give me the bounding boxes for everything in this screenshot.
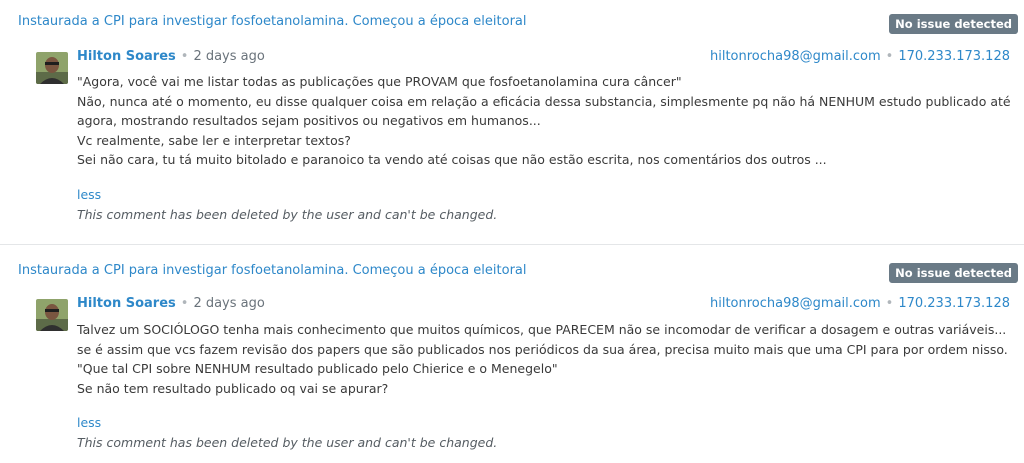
comment-meta: Hilton Soares • 2 days ago <box>77 49 265 64</box>
comment-body: Talvez um SOCIÓLOGO tenha mais conhecime… <box>77 320 1012 398</box>
comment-paragraph: Não, nunca até o momento, eu disse qualq… <box>77 93 1011 129</box>
comment-card: Instaurada a CPI para investigar fosfoet… <box>0 245 1024 463</box>
separator-dot: • <box>180 296 189 311</box>
timestamp: 2 days ago <box>193 296 265 311</box>
less-link[interactable]: less <box>77 415 101 430</box>
avatar[interactable] <box>36 299 68 331</box>
comment-body: "Agora, você vai me listar todas as publ… <box>77 72 1012 170</box>
thread-title-link[interactable]: Instaurada a CPI para investigar fosfoet… <box>18 263 527 278</box>
separator-dot: • <box>885 296 894 311</box>
author-link[interactable]: Hilton Soares <box>77 49 176 64</box>
comment-paragraph: Sei não cara, tu tá muito bitolado e par… <box>77 152 827 167</box>
comment-paragraph: "Agora, você vai me listar todas as publ… <box>77 74 682 89</box>
status-badge: No issue detected <box>889 14 1018 34</box>
ip-link[interactable]: 170.233.173.128 <box>898 49 1010 64</box>
timestamp: 2 days ago <box>193 49 265 64</box>
email-link[interactable]: hiltonrocha98@gmail.com <box>710 296 881 311</box>
less-link[interactable]: less <box>77 187 101 202</box>
comment-card: Instaurada a CPI para investigar fosfoet… <box>0 0 1024 245</box>
status-badge: No issue detected <box>889 263 1018 283</box>
separator-dot: • <box>180 49 189 64</box>
thread-title-link[interactable]: Instaurada a CPI para investigar fosfoet… <box>18 14 527 29</box>
avatar[interactable] <box>36 52 68 84</box>
separator-dot: • <box>885 49 894 64</box>
deleted-notice: This comment has been deleted by the use… <box>77 435 498 450</box>
comment-paragraph: Talvez um SOCIÓLOGO tenha mais conhecime… <box>77 322 1008 357</box>
comment-paragraph: Se não tem resultado publicado oq vai se… <box>77 380 389 396</box>
author-contact: hiltonrocha98@gmail.com • 170.233.173.128 <box>710 49 1010 64</box>
author-link[interactable]: Hilton Soares <box>77 296 176 311</box>
email-link[interactable]: hiltonrocha98@gmail.com <box>710 49 881 64</box>
comment-paragraph: Vc realmente, sabe ler e interpretar tex… <box>77 132 351 148</box>
ip-link[interactable]: 170.233.173.128 <box>898 296 1010 311</box>
author-contact: hiltonrocha98@gmail.com • 170.233.173.128 <box>710 296 1010 311</box>
comment-meta: Hilton Soares • 2 days ago <box>77 296 265 311</box>
comment-paragraph: "Que tal CPI sobre NENHUM resultado publ… <box>77 361 558 376</box>
deleted-notice: This comment has been deleted by the use… <box>77 207 498 222</box>
